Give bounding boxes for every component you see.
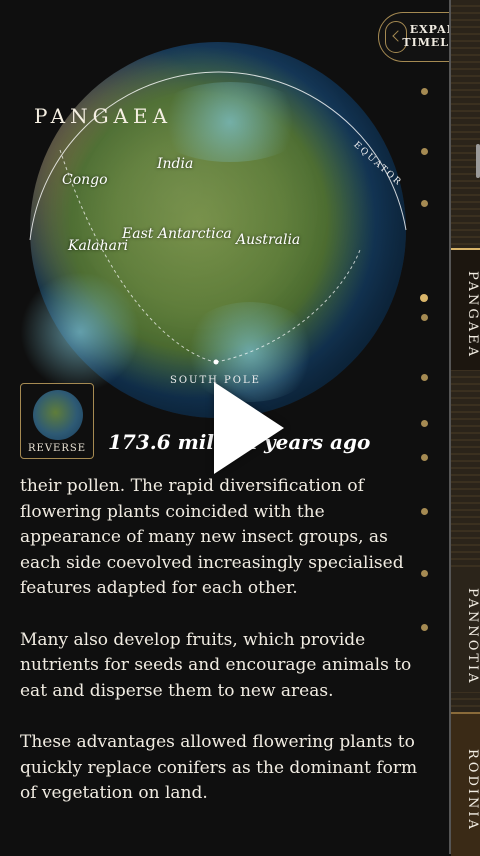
- meridian-line: [215, 249, 361, 363]
- timeline-dot[interactable]: [421, 374, 428, 381]
- timeline-dot[interactable]: [421, 420, 428, 427]
- article-body: their pollen. The rapid diversification …: [20, 474, 420, 833]
- paragraph: Many also develop fruits, which provide …: [20, 629, 412, 701]
- era-rodinia[interactable]: RODINIA: [451, 712, 480, 856]
- timeline-dot[interactable]: [421, 570, 428, 577]
- era-pannotia[interactable]: PANNOTIA: [451, 572, 480, 692]
- timeline-dot[interactable]: [421, 200, 428, 207]
- era-label: RODINIA: [465, 748, 480, 832]
- timeline-dot[interactable]: [421, 314, 428, 321]
- paragraph: their pollen. The rapid diversification …: [20, 476, 404, 598]
- reverse-globe-icon: [33, 390, 83, 440]
- timeline-dot[interactable]: [421, 624, 428, 631]
- equator-line: [29, 71, 407, 241]
- era-label: PANNOTIA: [465, 588, 480, 686]
- timeline-dot[interactable]: [421, 508, 428, 515]
- reverse-label: REVERSE: [27, 443, 87, 454]
- era-label: PANGAEA: [465, 271, 480, 359]
- timeline-dot[interactable]: [421, 148, 428, 155]
- timeline-dot[interactable]: [421, 454, 428, 461]
- timeline-dot[interactable]: [421, 88, 428, 95]
- paragraph: These advantages allowed flowering plant…: [20, 732, 418, 803]
- south-pole-marker: [213, 359, 219, 365]
- reverse-button[interactable]: REVERSE: [20, 383, 94, 459]
- page-title: PANGAEA: [34, 104, 173, 128]
- era-pangaea[interactable]: PANGAEA: [451, 248, 480, 370]
- meridian-line: [59, 149, 217, 363]
- scrollbar-thumb[interactable]: [476, 144, 480, 178]
- timeline-dot-active[interactable]: [420, 294, 428, 302]
- play-icon[interactable]: [214, 382, 284, 474]
